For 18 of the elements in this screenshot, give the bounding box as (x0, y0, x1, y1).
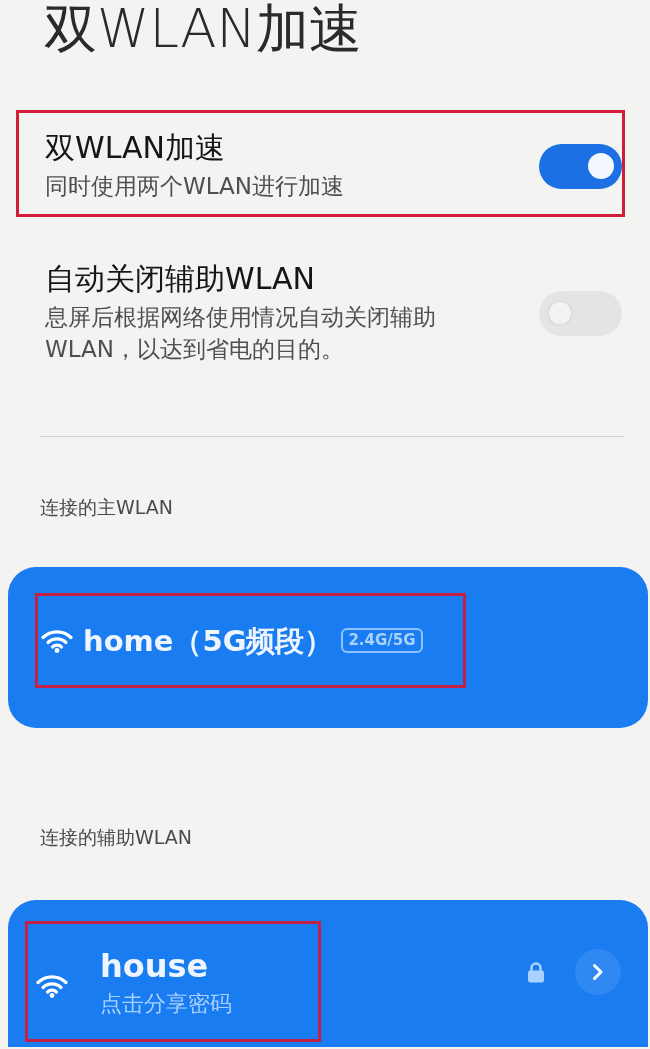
setting-description: 息屏后根据网络使用情况自动关闭辅助WLAN，以达到省电的目的。 (45, 303, 437, 364)
section-label: 连接的辅助WLAN (39, 825, 193, 849)
setting-title: 双WLAN加速 (45, 130, 226, 166)
network-card[interactable]: home（5G频段） 2.4G/5G (8, 567, 648, 728)
network-card[interactable]: house 点击分享密码 (8, 900, 648, 1047)
setting-description: 同时使用两个WLAN进行加速 (45, 172, 346, 201)
page-title: 双WLAN加速 (43, 0, 363, 58)
wifi-icon (36, 973, 68, 998)
wifi-icon (41, 628, 73, 653)
network-name: house (100, 945, 209, 986)
network-subtitle: 点击分享密码 (100, 989, 232, 1018)
setting-title: 自动关闭辅助WLAN (45, 261, 316, 297)
section-label: 连接的主WLAN (39, 495, 174, 519)
band-badge: 2.4G/5G (341, 628, 423, 653)
chevron-icon (592, 962, 604, 981)
toggle-switch[interactable] (539, 143, 622, 189)
network-name: home（5G频段） (83, 622, 334, 660)
details-button[interactable] (575, 948, 621, 995)
